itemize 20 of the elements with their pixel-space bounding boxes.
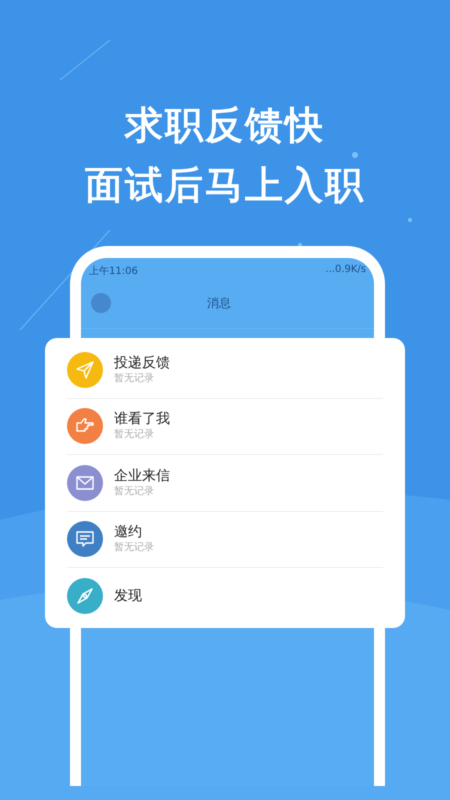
headline: 求职反馈快 xyxy=(125,102,325,148)
message-item[interactable]: 谁看了我 暂无记录 xyxy=(67,398,383,455)
item-subtitle: 暂无记录 xyxy=(114,428,155,442)
item-title: 发现 xyxy=(114,586,142,605)
item-subtitle: 暂无记录 xyxy=(114,372,155,386)
message-item[interactable]: 发现 xyxy=(67,568,383,624)
headline: 面试后马上入职 xyxy=(85,162,365,208)
status-time: 上午11:06 xyxy=(89,264,138,278)
message-item[interactable]: 邀约 暂无记录 xyxy=(67,512,383,568)
item-title: 谁看了我 xyxy=(114,410,170,428)
message-item[interactable]: 企业来信 暂无记录 xyxy=(67,455,383,512)
item-title: 邀约 xyxy=(114,523,143,542)
screen-title: 消息 xyxy=(207,294,231,312)
item-subtitle: 暂无记录 xyxy=(114,484,155,499)
item-title: 企业来信 xyxy=(114,466,170,485)
message-item[interactable]: 投递反馈 暂无记录 xyxy=(67,342,383,398)
avatar-icon[interactable] xyxy=(91,293,111,313)
item-title: 投递反馈 xyxy=(114,354,170,372)
network-speed: ...0.9K/s xyxy=(325,264,366,277)
item-subtitle: 暂无记录 xyxy=(114,541,154,556)
